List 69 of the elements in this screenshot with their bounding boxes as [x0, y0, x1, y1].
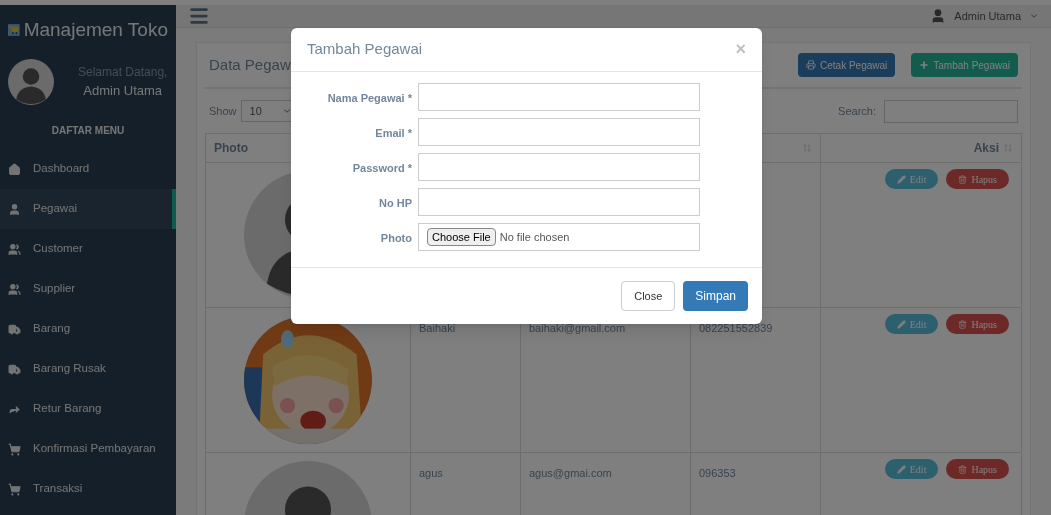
- truck-icon: [8, 362, 21, 376]
- field-label: Password *: [352, 162, 412, 174]
- sidebar-item[interactable]: Dashboard: [0, 149, 176, 189]
- sidebar-item[interactable]: Transaksi: [0, 469, 176, 509]
- edit-button[interactable]: Edit: [884, 459, 939, 479]
- add-button[interactable]: Tambah Pegawai: [911, 53, 1018, 77]
- printer-icon: [806, 60, 816, 70]
- input-field[interactable]: [418, 188, 700, 216]
- field-label: Nama Pegawai *: [327, 92, 412, 104]
- field-label: Email *: [375, 127, 412, 139]
- user-icon: [8, 202, 21, 216]
- column-header[interactable]: Aksi: [973, 139, 999, 157]
- close-button[interactable]: Close: [621, 281, 676, 311]
- show-label: Show: [209, 103, 237, 119]
- cart-icon: [8, 482, 21, 496]
- caret-icon: [1029, 11, 1039, 21]
- field-label: No HP: [379, 197, 412, 209]
- delete-button[interactable]: Hapus: [946, 459, 1009, 479]
- sidebar-item[interactable]: Customer: [0, 229, 176, 269]
- column-header[interactable]: Photo: [214, 139, 248, 157]
- edit-button[interactable]: Edit: [884, 169, 939, 189]
- sidebar-item[interactable]: Barang Rusak: [0, 349, 176, 389]
- avatar-icon: [8, 59, 54, 105]
- input-field[interactable]: [418, 153, 700, 181]
- table-cell: agus: [419, 467, 443, 479]
- trash-icon: [958, 464, 968, 474]
- plus-icon: [919, 60, 930, 70]
- panel-title: Data Pegaw: [209, 54, 291, 75]
- cart-icon: [8, 442, 21, 456]
- delete-button[interactable]: Hapus: [946, 169, 1009, 189]
- close-button[interactable]: ×: [735, 36, 746, 63]
- trash-icon: [958, 319, 968, 329]
- pencil-icon: [896, 174, 906, 184]
- app-title: Manajemen Toko: [23, 17, 168, 42]
- menu-icon[interactable]: [188, 5, 210, 27]
- table-cell: Baihaki: [419, 322, 456, 334]
- modal-title: Tambah Pegawai: [307, 39, 423, 60]
- choose-file-button[interactable]: Choose File: [427, 227, 496, 247]
- caret-icon: [281, 106, 292, 116]
- search-field[interactable]: [884, 99, 1018, 123]
- input-field[interactable]: [418, 83, 700, 111]
- table-cell: baihaki@gmail.com: [529, 322, 626, 334]
- trash-icon: [958, 174, 968, 184]
- input-field[interactable]: [418, 118, 700, 146]
- user-menu[interactable]: Admin Utama: [930, 7, 1039, 25]
- pencil-icon: [896, 464, 906, 474]
- users-icon: [8, 282, 21, 296]
- file-status: No file chosen: [499, 229, 570, 245]
- menu-heading: DAFTAR MENU: [51, 125, 125, 136]
- table-cell: 082251552839: [699, 322, 773, 334]
- search-label: Search:: [838, 103, 876, 119]
- truck-icon: [8, 322, 21, 336]
- pencil-icon: [896, 319, 906, 329]
- save-button[interactable]: Simpan: [683, 281, 748, 311]
- print-button[interactable]: Cetak Pegawai: [798, 53, 896, 77]
- sidebar-item[interactable]: Pegawai: [0, 189, 176, 229]
- field-label: Photo: [380, 232, 412, 244]
- home-icon: [8, 162, 21, 176]
- user-name: Admin Utama: [83, 82, 163, 101]
- table-cell: agus@gmai.com: [529, 467, 612, 479]
- sidebar-item[interactable]: Supplier: [0, 269, 176, 309]
- sidebar-item[interactable]: Retur Barang: [0, 389, 176, 429]
- delete-button[interactable]: Hapus: [946, 314, 1009, 334]
- file-field[interactable]: Choose File No file chosen: [418, 223, 700, 251]
- table-cell: 096353: [699, 467, 736, 479]
- sidebar-item[interactable]: Barang: [0, 309, 176, 349]
- users-icon: [8, 242, 21, 256]
- edit-button[interactable]: Edit: [884, 314, 939, 334]
- sidebar-item[interactable]: Konfirmasi Pembayaran: [0, 429, 176, 469]
